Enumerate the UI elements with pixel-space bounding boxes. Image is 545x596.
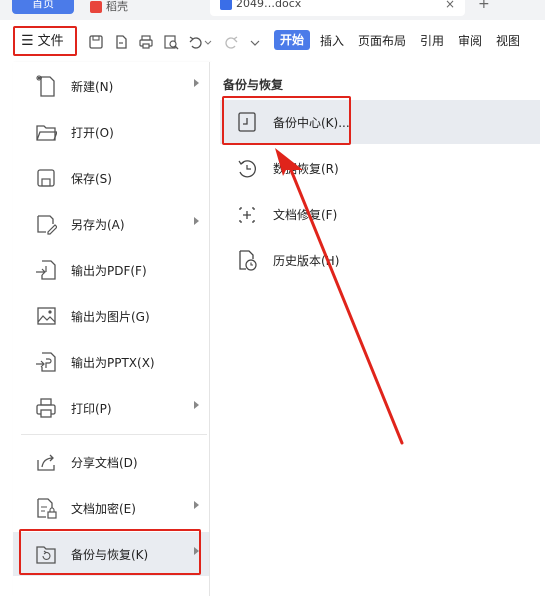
submenu-item-label: 文档修复(F) (273, 208, 338, 222)
backup-center-highlight (222, 96, 351, 145)
menu-item-label: 打开(O) (71, 126, 114, 140)
menu-item-open[interactable]: 打开(O) (13, 110, 209, 154)
menu-item-label: 输出为PDF(F) (71, 264, 147, 278)
menu-item-new[interactable]: 新建(N) (13, 64, 209, 108)
window-tab-strip: 首页 稻壳 2049…docx × + (0, 0, 545, 20)
data-recovery-icon (238, 160, 256, 178)
menu-item-print[interactable]: 打印(P) (13, 386, 209, 430)
save-icon (37, 169, 55, 187)
export-pptx-icon (36, 352, 56, 372)
export-pdf-icon (36, 260, 56, 280)
backup-item-highlight (19, 529, 201, 575)
encrypt-icon (37, 498, 57, 519)
menu-separator (21, 434, 207, 435)
ribbon-tab-start[interactable]: 开始 (274, 30, 310, 50)
tab-home-label: 首页 (32, 0, 54, 10)
submenu-item-data-recovery[interactable]: 数据恢复(R) (220, 146, 540, 190)
submenu-arrow-icon (194, 217, 199, 225)
menu-item-label: 输出为图片(G) (71, 310, 150, 324)
tab-docer[interactable]: 稻壳 (90, 0, 128, 14)
print-icon[interactable] (138, 34, 154, 50)
new-tab-button[interactable]: + (478, 0, 490, 12)
export-image-icon (37, 307, 56, 325)
close-tab-icon[interactable]: × (445, 0, 455, 12)
ribbon-tab-references[interactable]: 引用 (420, 32, 444, 49)
menu-item-label: 打印(P) (71, 402, 112, 416)
menu-item-encrypt[interactable]: 文档加密(E) (13, 486, 209, 530)
menu-item-export-image[interactable]: 输出为图片(G) (13, 294, 209, 338)
menu-item-export-pdf[interactable]: 输出为PDF(F) (13, 248, 209, 292)
toolbar: ☰ 文件 开始 插入 页面布局 引用 审阅 视图 (0, 20, 545, 62)
menu-item-label: 分享文档(D) (71, 456, 138, 470)
history-version-icon (239, 250, 257, 271)
share-icon (37, 454, 55, 471)
menu-item-label: 输出为PPTX(X) (71, 356, 155, 370)
tab-document[interactable]: 2049…docx × (210, 0, 465, 16)
ribbon-tab-insert[interactable]: 插入 (320, 32, 344, 49)
ribbon-tab-view[interactable]: 视图 (496, 32, 520, 49)
undo-dropdown-icon[interactable] (204, 34, 212, 50)
save-as-icon (37, 215, 57, 235)
folder-open-icon (36, 125, 57, 141)
menu-item-export-pptx[interactable]: 输出为PPTX(X) (13, 340, 209, 384)
print-preview-icon[interactable] (163, 34, 179, 50)
tab-document-label: 2049…docx (236, 0, 302, 10)
redo-icon[interactable] (223, 34, 239, 50)
tab-docer-label: 稻壳 (106, 0, 128, 13)
file-button-highlight (13, 26, 77, 56)
export-pdf-icon[interactable] (113, 34, 129, 50)
menu-item-save[interactable]: 保存(S) (13, 156, 209, 200)
menu-item-label: 文档加密(E) (71, 502, 136, 516)
submenu-arrow-icon (194, 401, 199, 409)
undo-icon[interactable] (188, 34, 204, 50)
doc-repair-icon (239, 207, 255, 223)
menu-item-label: 另存为(A) (71, 218, 125, 232)
docer-logo-icon (90, 1, 102, 13)
more-dropdown-icon[interactable] (249, 34, 261, 50)
file-menu: 新建(N) 打开(O) 保存(S) 另存为(A) 输出为PDF(F) 输出为图片… (13, 62, 210, 596)
submenu-arrow-icon (194, 501, 199, 509)
ribbon-tab-layout[interactable]: 页面布局 (358, 32, 406, 49)
menu-item-label: 保存(S) (71, 172, 112, 186)
menu-item-label: 新建(N) (71, 80, 114, 94)
print-icon (36, 398, 56, 418)
submenu-item-doc-repair[interactable]: 文档修复(F) (220, 192, 540, 236)
new-doc-icon (36, 75, 55, 97)
word-doc-icon (220, 0, 232, 10)
menu-item-share[interactable]: 分享文档(D) (13, 440, 209, 484)
submenu-item-label: 数据恢复(R) (273, 162, 339, 176)
submenu-title: 备份与恢复 (223, 78, 284, 92)
ribbon-tab-review[interactable]: 审阅 (458, 32, 482, 49)
menu-item-save-as[interactable]: 另存为(A) (13, 202, 209, 246)
submenu-item-label: 历史版本(H) (273, 254, 340, 268)
submenu-item-history-version[interactable]: 历史版本(H) (220, 238, 540, 282)
tab-home[interactable]: 首页 (12, 0, 74, 14)
save-icon[interactable] (88, 34, 104, 50)
submenu-arrow-icon (194, 79, 199, 87)
